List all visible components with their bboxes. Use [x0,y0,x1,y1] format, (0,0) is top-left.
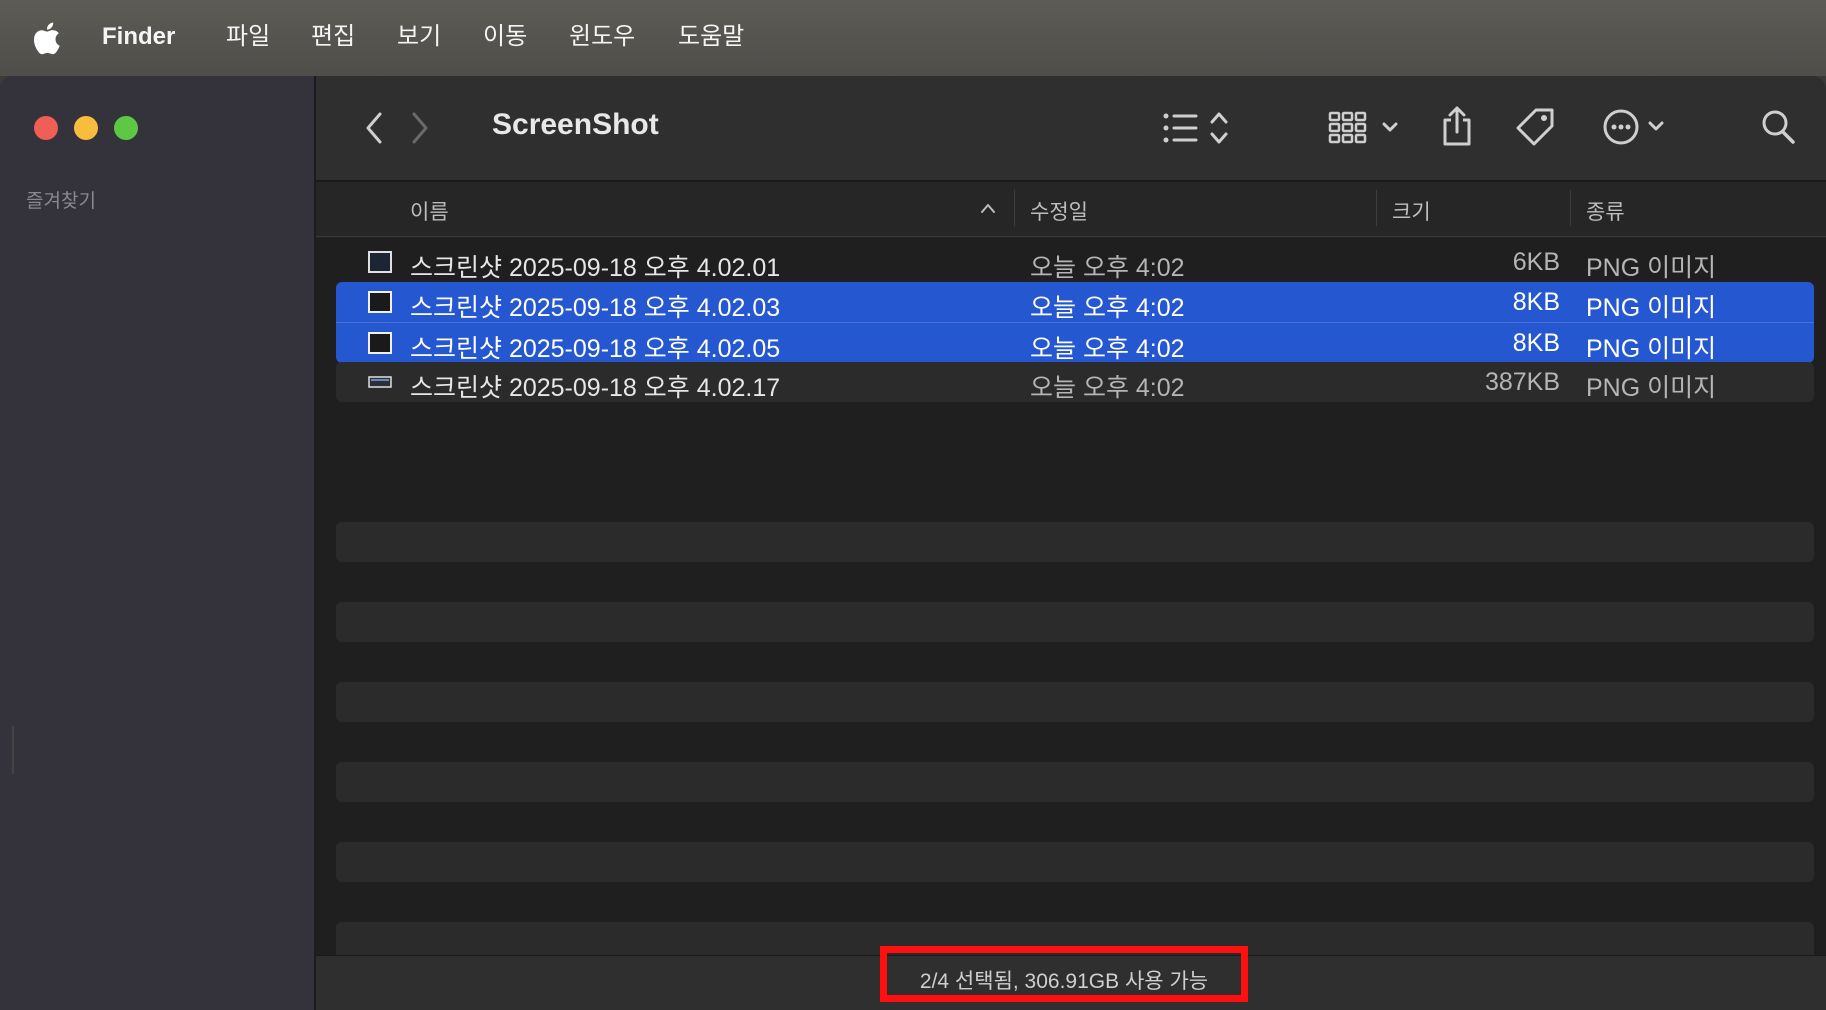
search-icon[interactable] [1760,108,1796,146]
status-bar: 2/4 선택됨, 306.91GB 사용 가능 [316,946,1826,1010]
menu-window[interactable]: 윈도우 [569,20,635,54]
back-icon[interactable] [362,110,386,146]
menu-edit[interactable]: 편집 [311,20,355,54]
minimize-window-button[interactable] [74,116,98,140]
menu-bar: Finder 파일 편집 보기 이동 윈도우 도움말 [0,0,1826,76]
file-name: 스크린샷 2025-09-18 오후 4.02.03 [410,294,781,322]
empty-row-stripe [336,842,1814,882]
png-file-icon [368,251,392,273]
file-kind: PNG 이미지 [1586,294,1717,322]
window-title: ScreenShot [492,108,659,141]
empty-row-stripe [336,602,1814,642]
file-size: 8KB [1512,288,1560,316]
close-window-button[interactable] [34,116,58,140]
sidebar: 즐겨찾기 [0,76,316,1010]
png-file-icon [368,332,392,354]
forward-icon[interactable] [408,110,432,146]
more-icon[interactable] [1602,106,1672,148]
menu-file[interactable]: 파일 [226,20,270,54]
file-modified: 오늘 오후 4:02 [1030,335,1185,363]
file-modified: 오늘 오후 4:02 [1030,254,1185,282]
file-name: 스크린샷 2025-09-18 오후 4.02.05 [410,335,781,363]
toolbar: ScreenShot [316,76,1826,182]
sort-ascending-icon[interactable] [980,202,996,214]
file-modified: 오늘 오후 4:02 [1030,374,1185,402]
menu-help[interactable]: 도움말 [678,20,744,54]
column-divider[interactable] [1014,190,1015,226]
column-kind[interactable]: 종류 [1586,196,1625,226]
column-header: 이름 수정일 크기 종류 [316,182,1826,237]
finder-window: 즐겨찾기 ScreenShot 이름 수정일 크기 종류 스크린샷 2025-0… [0,76,1826,1010]
zoom-window-button[interactable] [114,116,138,140]
file-kind: PNG 이미지 [1586,254,1717,282]
file-list: 스크린샷 2025-09-18 오후 4.02.01 오늘 오후 4:02 6K… [316,238,1826,962]
tag-icon[interactable] [1514,106,1556,148]
apple-logo-icon[interactable] [30,18,66,58]
sidebar-section-favorites: 즐겨찾기 [26,191,96,212]
column-divider[interactable] [1376,190,1377,226]
file-name: 스크린샷 2025-09-18 오후 4.02.17 [410,374,781,402]
status-highlight-box: 2/4 선택됨, 306.91GB 사용 가능 [880,946,1248,1002]
file-kind: PNG 이미지 [1586,374,1717,402]
sidebar-resize-handle[interactable] [12,726,14,774]
column-name[interactable]: 이름 [410,196,449,226]
empty-row-stripe [336,762,1814,802]
file-name: 스크린샷 2025-09-18 오후 4.02.01 [410,254,781,282]
group-icon[interactable] [1328,108,1404,148]
menu-view[interactable]: 보기 [397,20,441,54]
list-view-icon[interactable] [1160,108,1236,148]
png-file-icon [368,376,392,388]
file-size: 8KB [1512,329,1560,357]
file-size: 6KB [1512,248,1560,276]
file-row-selected[interactable]: 스크린샷 2025-09-18 오후 4.02.03 오늘 오후 4:02 8K… [336,282,1814,322]
column-modified[interactable]: 수정일 [1030,196,1088,226]
empty-row-stripe [336,522,1814,562]
column-size[interactable]: 크기 [1392,196,1431,226]
file-size: 387KB [1484,368,1560,396]
menu-go[interactable]: 이동 [483,20,527,54]
file-row[interactable]: 스크린샷 2025-09-18 오후 4.02.01 오늘 오후 4:02 6K… [336,242,1814,282]
file-row-selected[interactable]: 스크린샷 2025-09-18 오후 4.02.05 오늘 오후 4:02 8K… [336,322,1814,363]
share-icon[interactable] [1440,104,1474,148]
png-file-icon [368,291,392,313]
column-divider[interactable] [1570,190,1571,226]
file-kind: PNG 이미지 [1586,335,1717,363]
file-row[interactable]: 스크린샷 2025-09-18 오후 4.02.17 오늘 오후 4:02 38… [336,362,1814,402]
file-modified: 오늘 오후 4:02 [1030,294,1185,322]
empty-row-stripe [336,682,1814,722]
status-text: 2/4 선택됨, 306.91GB 사용 가능 [919,970,1209,993]
menu-finder[interactable]: Finder [102,20,175,54]
